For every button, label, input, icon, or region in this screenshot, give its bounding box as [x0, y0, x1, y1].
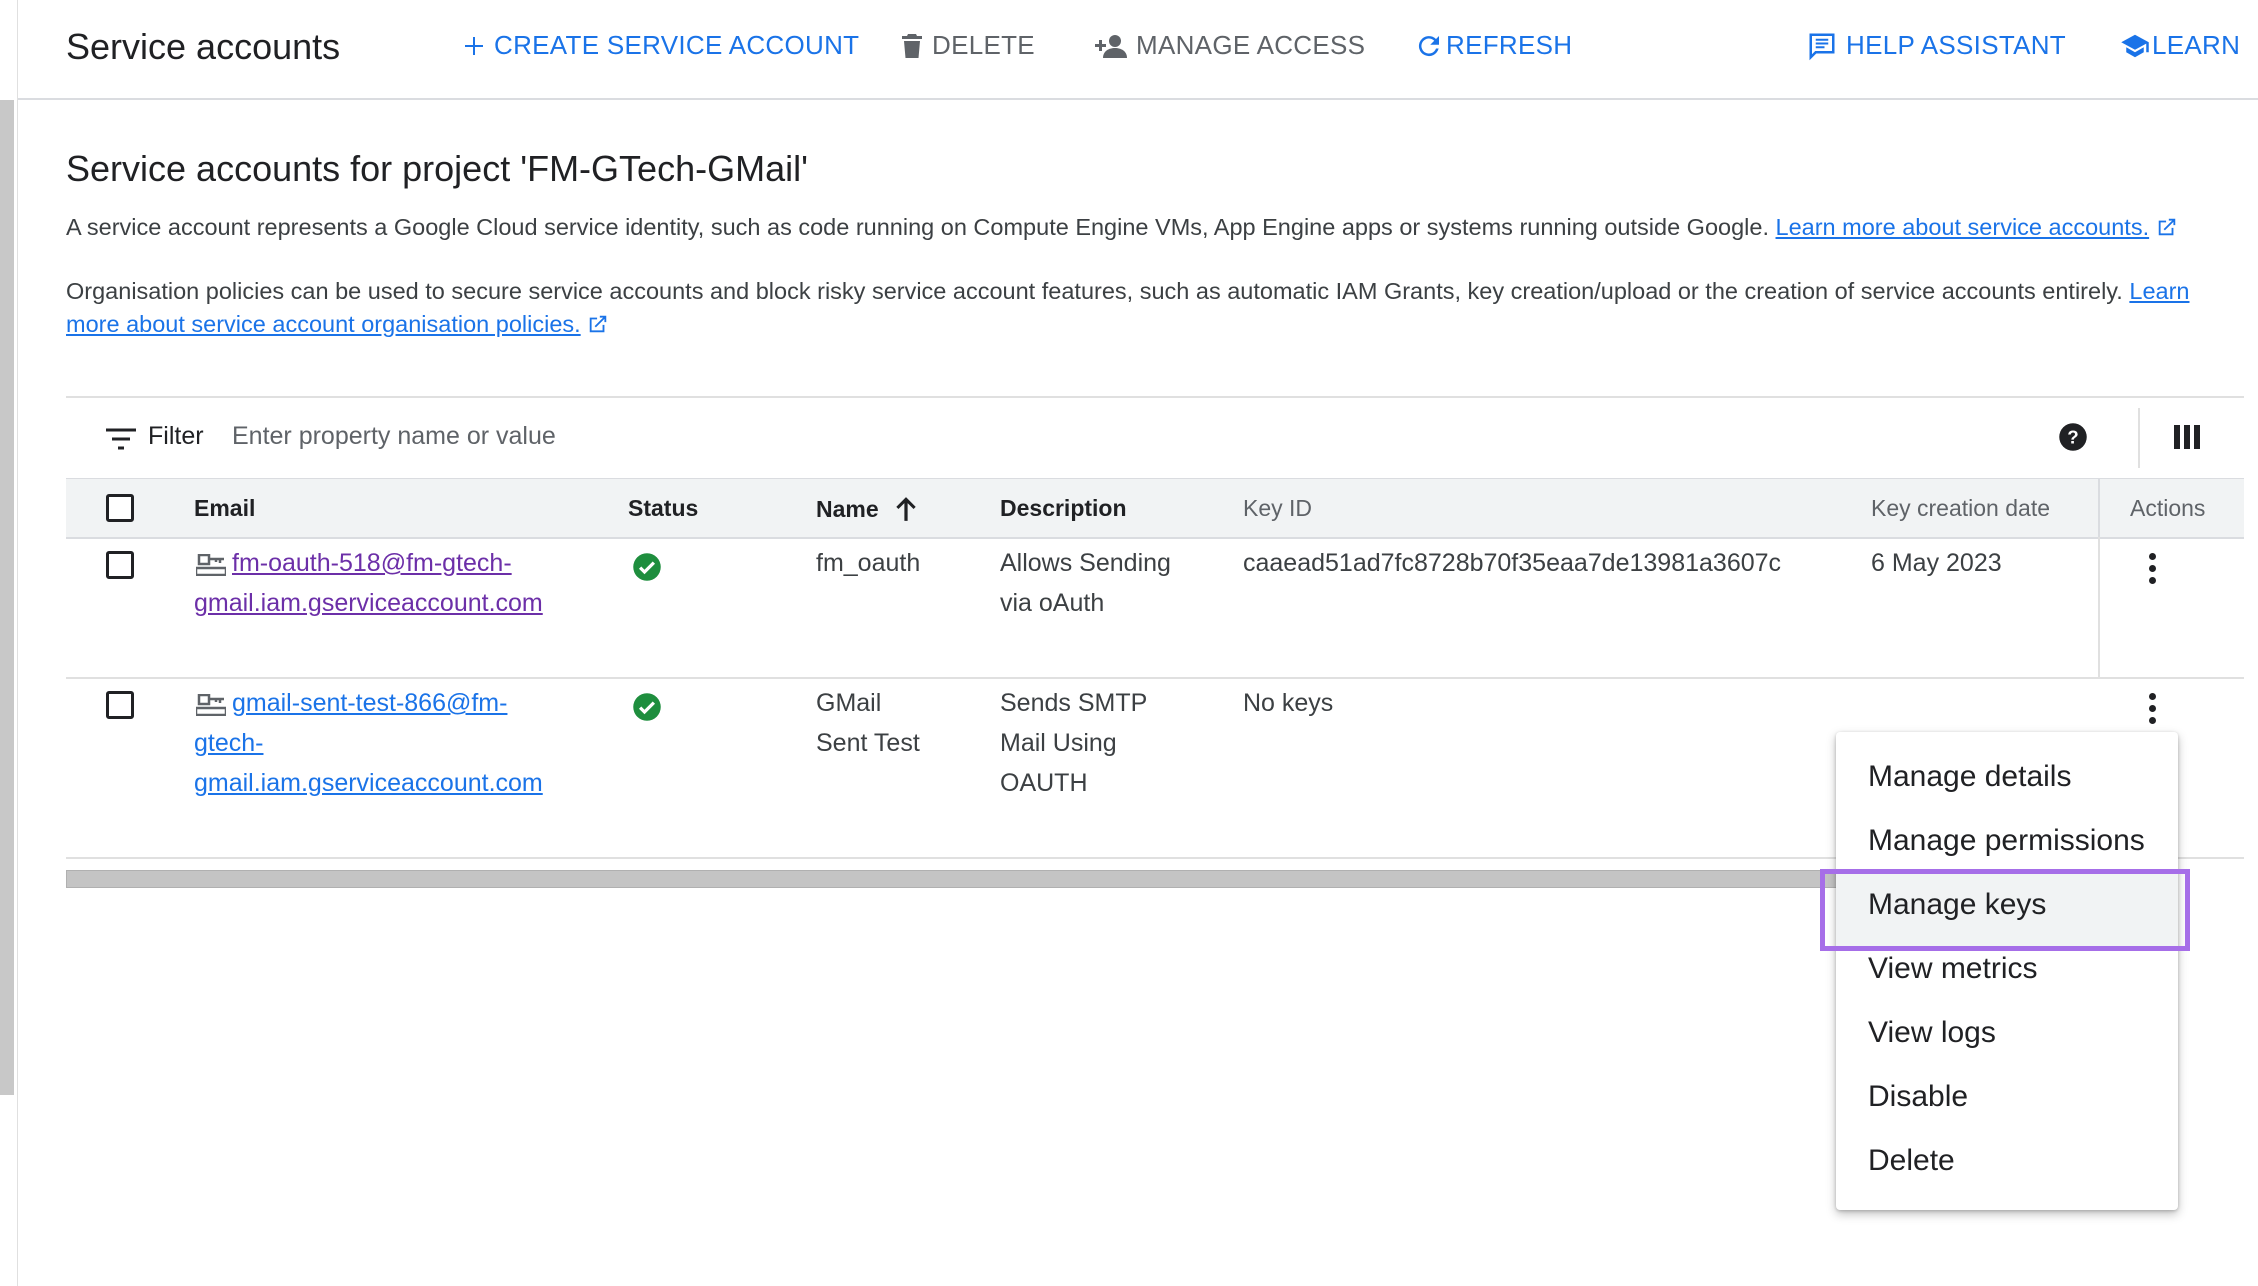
actions-column-divider	[2098, 537, 2100, 677]
filter-label: Filter	[148, 422, 204, 450]
action-bar: Service accounts CREATE SERVICE ACCOUNT …	[18, 0, 2258, 100]
help-icon[interactable]: ?	[2058, 422, 2088, 452]
menu-item-manage-permissions[interactable]: Manage permissions	[1868, 824, 2145, 858]
select-all-checkbox[interactable]	[106, 494, 134, 522]
left-scroll-track	[0, 100, 14, 1095]
row-actions-menu-button[interactable]	[2149, 553, 2157, 589]
name-cell: GMail Sent Test	[816, 683, 920, 763]
key-id-cell: No keys	[1243, 689, 1334, 717]
description-line: Sends SMTP	[1000, 689, 1148, 717]
column-email[interactable]: Email	[194, 495, 255, 522]
description-cell: Sends SMTP Mail Using OAUTH	[1000, 683, 1147, 803]
column-description[interactable]: Description	[1000, 495, 1127, 522]
left-nav-edge	[0, 0, 18, 1286]
help-assistant-label: HELP ASSISTANT	[1846, 30, 2066, 60]
page-title: Service accounts	[66, 26, 341, 67]
service-account-email-link[interactable]: gmail.iam.gserviceaccount.com	[194, 589, 543, 617]
service-account-email-link[interactable]: fm-oauth-518@fm-gtech-	[232, 549, 512, 577]
sort-ascending-icon	[896, 497, 916, 521]
column-name-label: Name	[816, 496, 879, 522]
svg-text:?: ?	[2067, 426, 2078, 447]
intro-paragraph: A service account represents a Google Cl…	[66, 211, 2246, 244]
open-in-new-icon	[2158, 218, 2175, 236]
menu-item-manage-details[interactable]: Manage details	[1868, 760, 2071, 794]
row-actions-menu-button[interactable]	[2149, 693, 2157, 729]
create-service-account-button[interactable]: CREATE SERVICE ACCOUNT	[462, 30, 859, 61]
manage-access-button[interactable]: MANAGE ACCESS	[1094, 30, 1365, 61]
help-assistant-button[interactable]: HELP ASSISTANT	[1806, 30, 2066, 61]
delete-button[interactable]: DELETE	[900, 30, 1035, 61]
service-account-email-link[interactable]: gmail-sent-test-866@fm-	[232, 689, 507, 717]
learn-button[interactable]: LEARN	[2120, 30, 2240, 61]
filter-icon	[106, 428, 136, 450]
delete-label: DELETE	[932, 30, 1035, 60]
key-id-cell: caaead51ad7fc8728b70f35eaa7de13981a3607c	[1243, 549, 1782, 577]
learn-more-service-accounts-link[interactable]: Learn more about service accounts.	[1776, 214, 2150, 240]
description-line: OAUTH	[1000, 769, 1088, 797]
horizontal-scrollbar[interactable]	[66, 870, 1838, 888]
refresh-icon	[1418, 35, 1439, 56]
check-circle-icon	[633, 693, 661, 721]
column-actions: Actions	[2130, 495, 2206, 521]
actions-column-divider	[2098, 479, 2100, 537]
name-line: GMail	[816, 689, 882, 717]
name-line: Sent Test	[816, 729, 920, 757]
service-account-email-link[interactable]: gmail.iam.gserviceaccount.com	[194, 769, 543, 797]
learn-label: LEARN	[2152, 30, 2241, 60]
column-key-id[interactable]: Key ID	[1243, 495, 1312, 522]
policy-link-part-2: more about service account organisation …	[66, 311, 581, 337]
table-header: Email Status Name Description Key ID Key…	[66, 478, 2244, 539]
filter-bar: Filter Enter property name or value ?	[66, 396, 2244, 480]
toolbar-divider	[2138, 408, 2140, 468]
trash-icon	[902, 33, 922, 58]
menu-item-view-logs[interactable]: View logs	[1868, 1016, 1996, 1050]
policy-paragraph: Organisation policies can be used to sec…	[66, 275, 2246, 341]
column-status[interactable]: Status	[628, 495, 698, 522]
column-display-icon[interactable]	[2174, 424, 2200, 450]
policy-link-part-1: Learn	[2129, 278, 2190, 304]
intro-text: A service account represents a Google Cl…	[66, 214, 1769, 240]
highlight-box	[1820, 869, 2190, 951]
menu-item-delete[interactable]: Delete	[1868, 1144, 1955, 1178]
key-date-cell: 6 May 2023	[1871, 549, 2002, 577]
description-cell: Allows Sending via oAuth	[1000, 543, 1171, 623]
email-cell: fm-oauth-518@fm-gtech- gmail.iam.gservic…	[194, 543, 594, 623]
refresh-button[interactable]: REFRESH	[1414, 30, 1572, 61]
chat-icon	[1809, 33, 1835, 60]
description-line: Allows Sending	[1000, 549, 1171, 577]
manage-access-label: MANAGE ACCESS	[1136, 30, 1366, 60]
column-name[interactable]: Name	[816, 495, 919, 523]
section-heading: Service accounts for project 'FM-GTech-G…	[66, 148, 808, 189]
policy-text: Organisation policies can be used to sec…	[66, 278, 2123, 304]
name-cell: fm_oauth	[816, 549, 921, 577]
refresh-label: REFRESH	[1446, 30, 1573, 60]
description-line: via oAuth	[1000, 589, 1105, 617]
create-label: CREATE SERVICE ACCOUNT	[494, 30, 860, 60]
menu-item-disable[interactable]: Disable	[1868, 1080, 1968, 1114]
service-account-email-link[interactable]: gtech-	[194, 729, 263, 757]
school-icon	[2121, 34, 2149, 57]
description-line: Mail Using	[1000, 729, 1117, 757]
check-circle-icon	[633, 553, 661, 581]
row-actions-menu: Manage details Manage permissions Manage…	[1836, 732, 2178, 1210]
plus-icon	[465, 36, 483, 55]
add-person-icon	[1095, 34, 1127, 58]
email-cell: gmail-sent-test-866@fm- gtech- gmail.iam…	[194, 683, 594, 803]
table-row: fm-oauth-518@fm-gtech- gmail.iam.gservic…	[66, 537, 2244, 679]
menu-item-view-metrics[interactable]: View metrics	[1868, 952, 2037, 986]
column-key-creation-date[interactable]: Key creation date	[1871, 495, 2050, 522]
open-in-new-icon	[589, 315, 607, 333]
filter-input[interactable]: Enter property name or value	[232, 422, 556, 451]
row-checkbox[interactable]	[106, 691, 134, 719]
row-checkbox[interactable]	[106, 551, 134, 579]
